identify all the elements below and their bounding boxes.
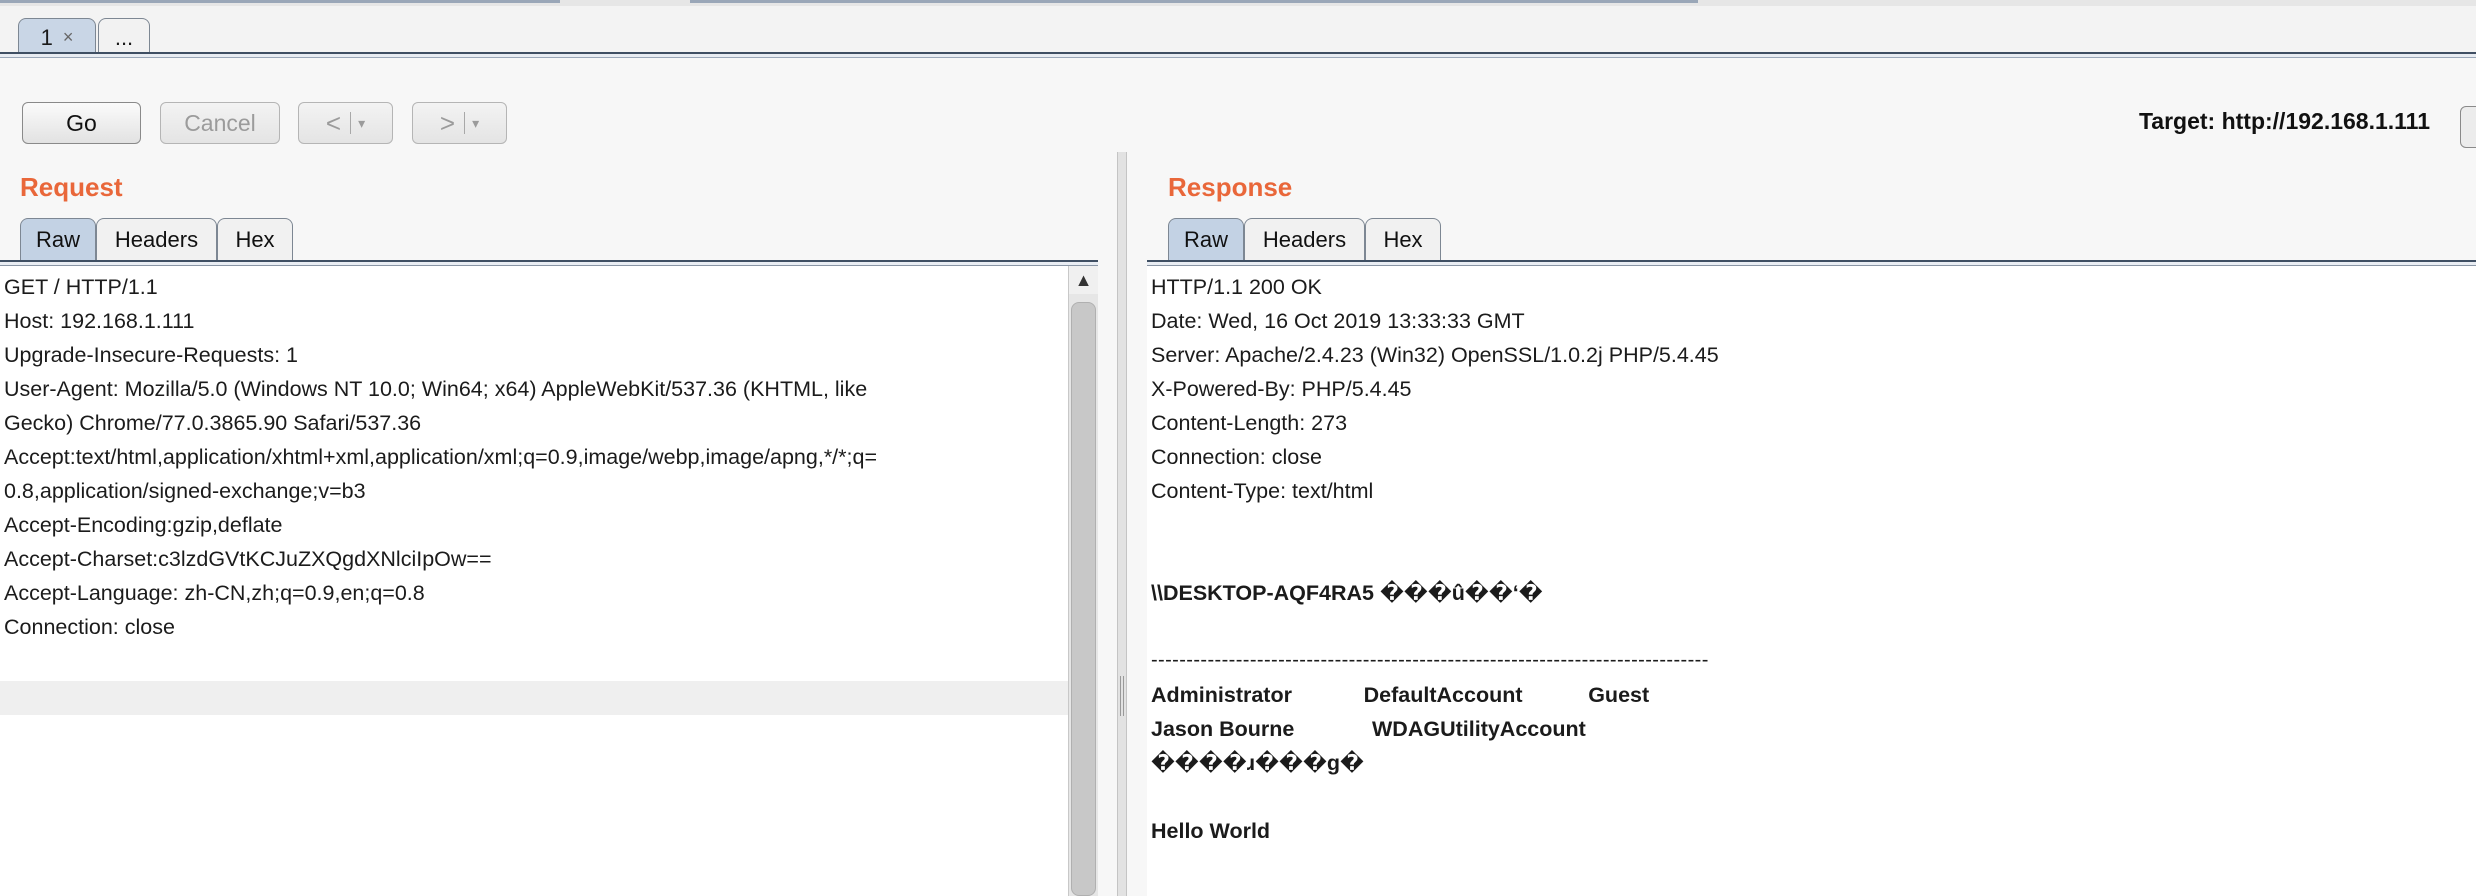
request-line: Gecko) Chrome/77.0.3865.90 Safari/537.36 [4, 411, 422, 435]
chevron-right-icon: > [439, 107, 456, 138]
response-tab-raw[interactable]: Raw [1168, 218, 1244, 260]
request-vertical-scrollbar[interactable]: ▲ [1068, 266, 1098, 896]
request-line: GET / HTTP/1.1 [4, 275, 158, 299]
response-body-line: \\DESKTOP-AQF4RA5 ���û��‘� [1151, 581, 1543, 605]
request-line: Accept-Charset:c3lzdGVtKCJuZXQgdXNlciIpO… [4, 547, 492, 571]
chevron-left-icon: < [325, 107, 342, 138]
go-button[interactable]: Go [22, 102, 141, 144]
repeater-tab-row: 1 × ... [0, 6, 2476, 58]
response-body-line: Hello World [1151, 819, 1271, 843]
edit-target-button[interactable] [2460, 106, 2476, 148]
response-editor[interactable]: HTTP/1.1 200 OK Date: Wed, 16 Oct 2019 1… [1147, 266, 2476, 896]
response-title: Response [1168, 172, 1293, 202]
request-line: 0.8,application/signed-exchange;v=b3 [4, 479, 366, 503]
request-tab-raw[interactable]: Raw [20, 218, 96, 260]
response-header-line: Content-Length: 273 [1151, 411, 1348, 435]
chevron-down-icon[interactable]: ▾ [472, 115, 479, 132]
request-line: Connection: close [4, 615, 175, 639]
cancel-label: Cancel [184, 109, 256, 136]
scroll-up-arrow-icon[interactable]: ▲ [1069, 266, 1098, 294]
cancel-button[interactable]: Cancel [160, 102, 280, 144]
response-body-divider-line: ----------------------------------------… [1151, 649, 1709, 671]
request-editor[interactable]: GET / HTTP/1.1 Host: 192.168.1.111 Upgra… [0, 266, 1068, 896]
response-body-line: Jason Bourne WDAGUtilityAccount [1151, 717, 1586, 741]
new-tab-button[interactable]: ... [98, 18, 150, 56]
response-header-line: Date: Wed, 16 Oct 2019 13:33:33 GMT [1151, 309, 1525, 333]
response-tab-hex[interactable]: Hex [1365, 218, 1441, 260]
response-panel: Response Raw Headers Hex HTTP/1.1 200 OK… [1127, 152, 2476, 896]
response-header-line: X-Powered-By: PHP/5.4.45 [1151, 377, 1412, 401]
scrollbar-thumb[interactable] [1071, 302, 1096, 896]
response-header-line: HTTP/1.1 200 OK [1151, 275, 1322, 299]
top-strip-segment [690, 0, 1698, 3]
button-separator [464, 112, 466, 134]
current-line-highlight [0, 681, 1068, 715]
forward-button[interactable]: > ▾ [412, 102, 507, 144]
request-line: User-Agent: Mozilla/5.0 (Windows NT 10.0… [4, 377, 868, 401]
response-header-line: Server: Apache/2.4.23 (Win32) OpenSSL/1.… [1151, 343, 1719, 367]
target-label: Target: http://192.168.1.111 [2138, 108, 2430, 134]
splitter-grip[interactable] [1120, 676, 1124, 716]
request-line: Accept:text/html,application/xhtml+xml,a… [4, 445, 878, 469]
tab-label: 1 [40, 24, 53, 50]
response-tab-headers[interactable]: Headers [1244, 218, 1365, 260]
response-body-line: ����ɹ���g� [1151, 751, 1364, 775]
repeater-tab-1[interactable]: 1 × [18, 18, 96, 56]
top-strip-segment [0, 0, 560, 3]
response-header-line: Connection: close [1151, 445, 1322, 469]
tab-label: ... [114, 24, 134, 50]
request-line: Accept-Encoding:gzip,deflate [4, 513, 283, 537]
back-button[interactable]: < ▾ [298, 102, 393, 144]
response-header-line: Content-Type: text/html [1151, 479, 1374, 503]
request-line: Upgrade-Insecure-Requests: 1 [4, 343, 298, 367]
repeater-toolbar: Go Cancel < ▾ > ▾ Target: http://192.168… [0, 58, 2476, 152]
panel-splitter[interactable] [1117, 152, 1127, 896]
request-panel: Request Raw Headers Hex GET / HTTP/1.1 H… [0, 152, 1117, 896]
request-tab-headers[interactable]: Headers [96, 218, 217, 260]
request-line: Host: 192.168.1.111 [4, 309, 195, 333]
request-line: Accept-Language: zh-CN,zh;q=0.9,en;q=0.8 [4, 581, 425, 605]
chevron-down-icon[interactable]: ▾ [358, 115, 365, 132]
request-title: Request [20, 172, 123, 202]
close-icon[interactable]: × [63, 27, 74, 48]
response-body-line: Administrator DefaultAccount Guest [1151, 683, 1650, 707]
request-tab-hex[interactable]: Hex [217, 218, 293, 260]
button-separator [350, 112, 352, 134]
go-label: Go [66, 109, 97, 136]
